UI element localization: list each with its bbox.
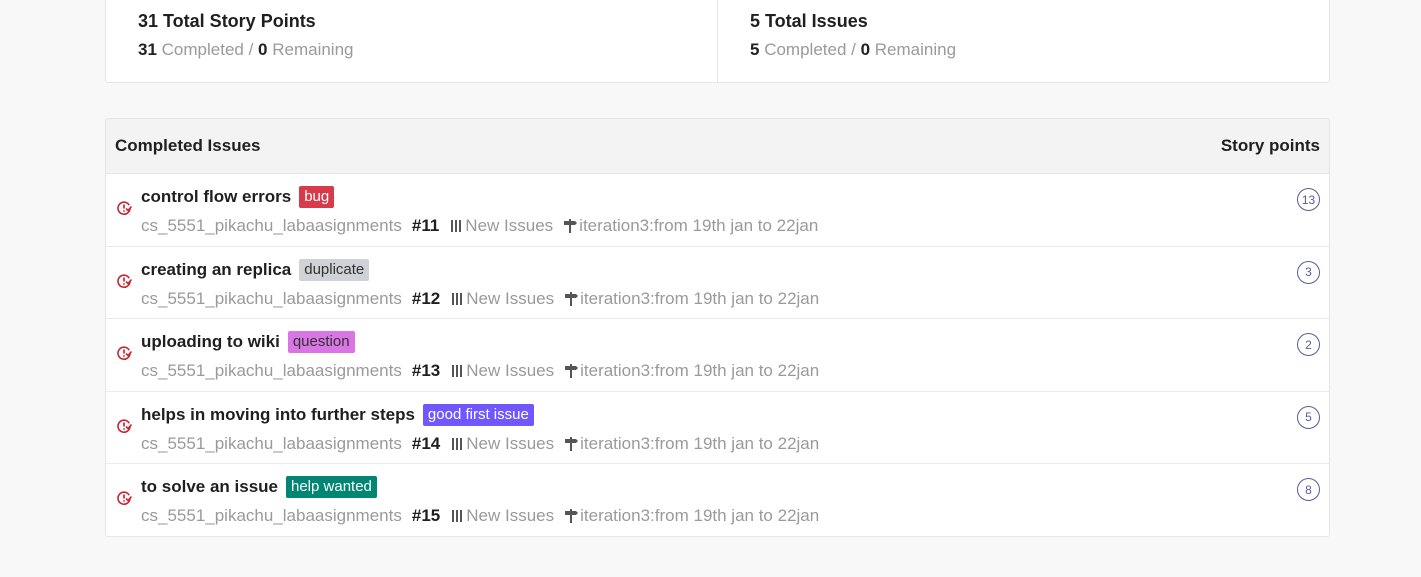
milestone-name[interactable]: iteration3:from 19th jan to 22jan [580, 506, 819, 526]
closed-issue-icon [116, 418, 133, 434]
story-points-badge: 13 [1297, 188, 1320, 211]
story-points-heading: Story points [1220, 136, 1320, 155]
repo-name[interactable]: cs_5551_pikachu_labaasignments [141, 434, 402, 454]
board-columns-icon [450, 219, 462, 233]
issue-title-link[interactable]: helps in moving into further steps [141, 405, 415, 425]
story-points-badge: 5 [1297, 405, 1320, 429]
table-row[interactable]: control flow errors bug cs_5551_pikachu_… [106, 174, 1329, 247]
issue-number[interactable]: #12 [412, 289, 440, 309]
board-name[interactable]: New Issues [465, 216, 553, 236]
table-header: Completed Issues Story points [106, 119, 1329, 174]
issue-title-line: uploading to wiki question [141, 330, 355, 354]
issue-meta: cs_5551_pikachu_labaasignments #15 New I… [141, 504, 819, 528]
closed-issue-icon [116, 200, 133, 216]
issues-title: 5 Total Issues [750, 11, 868, 31]
board-columns-icon [451, 292, 463, 306]
issue-label[interactable]: duplicate [299, 258, 370, 281]
repo-name[interactable]: cs_5551_pikachu_labaasignments [141, 216, 402, 236]
board-name[interactable]: New Issues [466, 289, 554, 309]
milestone-name[interactable]: iteration3:from 19th jan to 22jan [579, 216, 818, 236]
closed-issue-icon [116, 490, 133, 506]
issue-title-line: helps in moving into further steps good … [141, 403, 534, 427]
issue-meta: cs_5551_pikachu_labaasignments #13 New I… [141, 359, 819, 383]
issue-number[interactable]: #13 [412, 361, 440, 381]
board-columns-icon [451, 437, 463, 451]
summary-panel: 31 Total Story Points 31 Completed / 0 R… [105, 0, 1330, 83]
story-points-summary: 31 Total Story Points 31 Completed / 0 R… [106, 0, 717, 82]
story-points-completed-label: Completed / [156, 40, 259, 59]
milestone-signpost-icon [564, 363, 579, 379]
board-columns-icon [451, 364, 463, 378]
board-name[interactable]: New Issues [466, 506, 554, 526]
issue-label[interactable]: help wanted [286, 476, 377, 499]
story-points-badge: 8 [1297, 478, 1320, 502]
issue-meta: cs_5551_pikachu_labaasignments #14 New I… [141, 432, 819, 456]
story-points-remaining-value: 0 [258, 40, 268, 59]
milestone-name[interactable]: iteration3:from 19th jan to 22jan [580, 361, 819, 381]
issue-label[interactable]: bug [299, 186, 335, 208]
story-points-completed-value: 31 [138, 40, 157, 59]
completed-issues-heading: Completed Issues [115, 136, 261, 155]
board-name[interactable]: New Issues [466, 361, 554, 381]
issue-meta: cs_5551_pikachu_labaasignments #11 New I… [141, 214, 818, 238]
milestone-signpost-icon [564, 291, 579, 307]
closed-issue-icon [116, 273, 133, 289]
story-points-title: 31 Total Story Points [138, 11, 316, 31]
table-row[interactable]: uploading to wiki question cs_5551_pikac… [106, 319, 1329, 392]
repo-name[interactable]: cs_5551_pikachu_labaasignments [141, 506, 402, 526]
issue-title-link[interactable]: uploading to wiki [141, 332, 280, 352]
issue-label[interactable]: good first issue [422, 403, 534, 426]
table-row[interactable]: to solve an issue help wanted cs_5551_pi… [106, 464, 1329, 536]
issue-title-line: to solve an issue help wanted [141, 475, 377, 499]
story-points-remaining-label: Remaining [267, 40, 354, 59]
issue-title-line: control flow errors bug [141, 185, 335, 209]
closed-issue-icon [116, 345, 133, 361]
issue-number[interactable]: #15 [412, 506, 440, 526]
story-points-badge: 2 [1297, 333, 1320, 357]
milestone-name[interactable]: iteration3:from 19th jan to 22jan [580, 289, 819, 309]
issues-completed-label: Completed / [759, 40, 861, 59]
issue-list: control flow errors bug cs_5551_pikachu_… [106, 174, 1329, 536]
milestone-signpost-icon [564, 436, 579, 452]
issue-label[interactable]: question [287, 331, 355, 354]
board-name[interactable]: New Issues [466, 434, 554, 454]
table-row[interactable]: helps in moving into further steps good … [106, 392, 1329, 465]
issue-title-line: creating an replica duplicate [141, 258, 370, 282]
board-columns-icon [451, 509, 463, 523]
milestone-signpost-icon [563, 218, 578, 234]
issues-remaining-label: Remaining [870, 40, 957, 59]
issues-remaining-value: 0 [860, 40, 871, 59]
issue-number[interactable]: #14 [412, 434, 440, 454]
milestone-name[interactable]: iteration3:from 19th jan to 22jan [580, 434, 819, 454]
repo-name[interactable]: cs_5551_pikachu_labaasignments [141, 289, 402, 309]
completed-issues-table: Completed Issues Story points control fl… [105, 118, 1330, 537]
story-points-badge: 3 [1297, 260, 1320, 284]
table-row[interactable]: creating an replica duplicate cs_5551_pi… [106, 247, 1329, 320]
issues-breakdown: 5 Completed / 0 Remaining [750, 38, 1329, 62]
issues-summary: 5 Total Issues 5 Completed / 0 Remaining [717, 0, 1329, 82]
issue-title-link[interactable]: creating an replica [141, 260, 291, 280]
repo-name[interactable]: cs_5551_pikachu_labaasignments [141, 361, 402, 381]
issue-title-link[interactable]: control flow errors [141, 187, 291, 207]
milestone-signpost-icon [564, 508, 579, 524]
issue-meta: cs_5551_pikachu_labaasignments #12 New I… [141, 287, 819, 311]
issue-number[interactable]: #11 [412, 216, 439, 236]
story-points-breakdown: 31 Completed / 0 Remaining [138, 38, 717, 62]
issue-title-link[interactable]: to solve an issue [141, 477, 278, 497]
